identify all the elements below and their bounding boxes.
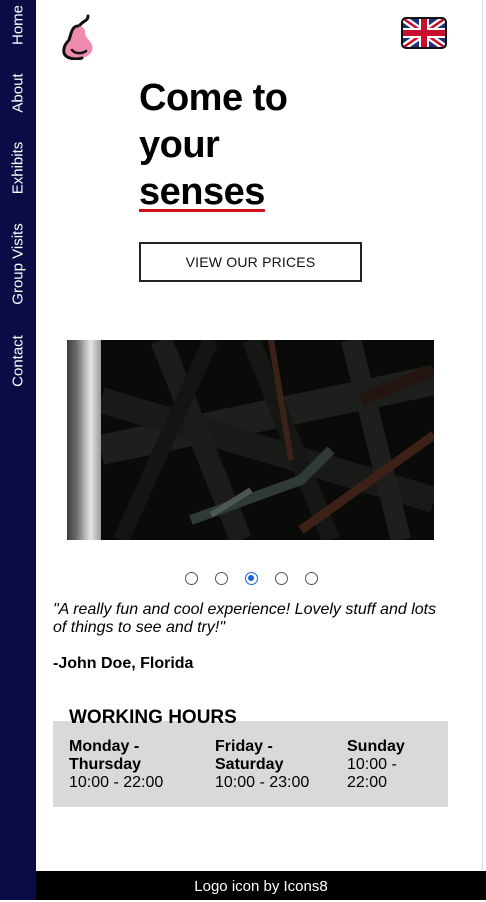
sidebar-nav: Home About Exhibits Group Visits Contact (0, 0, 36, 900)
hours-column-sunday: Sunday 10:00 - 22:00 (347, 738, 417, 792)
page-border (482, 0, 483, 870)
footer-text[interactable]: Logo icon by Icons8 (194, 878, 327, 895)
pear-logo-icon[interactable] (58, 10, 98, 61)
carousel-dot-2[interactable] (215, 572, 228, 585)
hours-column-weekdays: Monday - Thursday 10:00 - 22:00 (69, 738, 189, 792)
hours-time: 10:00 - 22:00 (69, 774, 164, 791)
hours-time: 10:00 - 22:00 (347, 756, 397, 791)
carousel-dot-3[interactable] (245, 572, 258, 585)
hero-line-1: Come to (139, 77, 288, 119)
hero-headline: Come to your senses (139, 75, 359, 216)
testimonial-author: -John Doe, Florida (53, 655, 194, 672)
carousel-dot-4[interactable] (275, 572, 288, 585)
hero-line-2: your (139, 124, 220, 166)
hours-time: 10:00 - 23:00 (215, 774, 310, 791)
carousel-previous-slide (67, 340, 101, 540)
sidebar-item-exhibits[interactable]: Exhibits (10, 142, 27, 195)
working-hours-title: WORKING HOURS (69, 707, 237, 728)
carousel-current-slide (101, 340, 434, 540)
uk-flag-icon[interactable] (401, 17, 447, 49)
hours-days: Friday - Saturday (215, 738, 284, 773)
testimonial-quote: "A really fun and cool experience! Lovel… (53, 601, 437, 636)
hours-days: Monday - Thursday (69, 738, 142, 773)
footer-credit: Logo icon by Icons8 (36, 871, 486, 900)
carousel-dot-5[interactable] (305, 572, 318, 585)
sidebar-item-contact[interactable]: Contact (10, 335, 27, 387)
sidebar-item-group-visits[interactable]: Group Visits (10, 223, 27, 304)
sidebar-item-about[interactable]: About (10, 73, 27, 112)
carousel-dot-1[interactable] (185, 572, 198, 585)
view-prices-button[interactable]: VIEW OUR PRICES (139, 242, 362, 282)
hours-days: Sunday (347, 738, 405, 755)
sidebar-item-home[interactable]: Home (10, 5, 27, 45)
hours-column-weekend: Friday - Saturday 10:00 - 23:00 (215, 738, 325, 792)
hero-line-3: senses (139, 171, 265, 213)
